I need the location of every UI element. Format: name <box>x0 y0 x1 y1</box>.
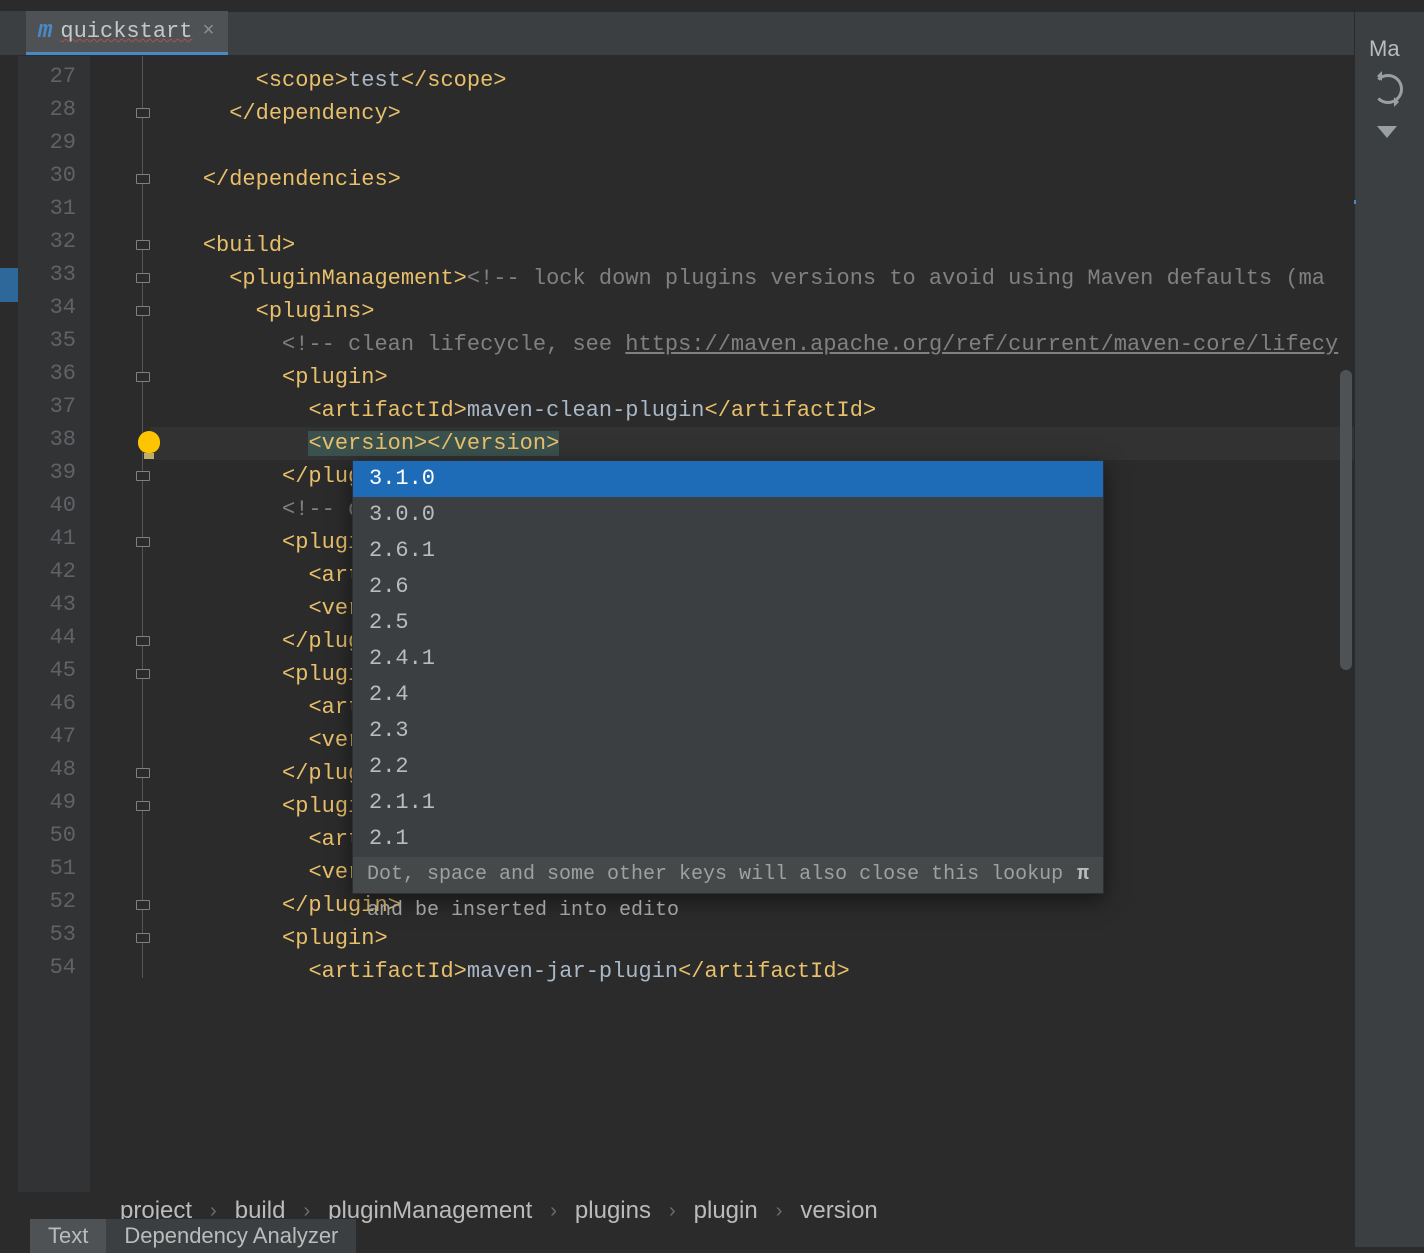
line-number: 30 <box>26 163 76 188</box>
fold-toggle-icon[interactable] <box>136 372 150 382</box>
completion-item[interactable]: 2.1.1 <box>353 785 1103 821</box>
bottom-tab[interactable]: Dependency Analyzer <box>106 1219 356 1253</box>
breadcrumb-separator: › <box>776 1200 783 1223</box>
fold-toggle-icon[interactable] <box>136 306 150 316</box>
intention-bulb-icon[interactable] <box>138 431 160 453</box>
fold-toggle-icon[interactable] <box>136 174 150 184</box>
breadcrumb-separator: › <box>669 1200 676 1223</box>
maven-tool-sidebar[interactable]: Ma <box>1354 12 1424 1247</box>
breadcrumb-item[interactable]: plugins <box>575 1197 651 1225</box>
fold-toggle-icon[interactable] <box>136 108 150 118</box>
popup-hint-text: Dot, space and some other keys will also… <box>367 857 1077 893</box>
line-number: 34 <box>26 295 76 320</box>
line-number: 38 <box>26 427 76 452</box>
code-line[interactable] <box>150 196 1354 229</box>
tab-bar-gutter <box>0 11 26 55</box>
fold-toggle-icon[interactable] <box>136 240 150 250</box>
completion-item[interactable]: 3.1.0 <box>353 461 1103 497</box>
completion-item[interactable]: 2.5 <box>353 605 1103 641</box>
breadcrumb-item[interactable]: pluginManagement <box>328 1197 532 1225</box>
popup-hint: Dot, space and some other keys will also… <box>353 857 1103 893</box>
line-number: 28 <box>26 97 76 122</box>
fold-toggle-icon[interactable] <box>136 471 150 481</box>
line-number: 36 <box>26 361 76 386</box>
line-number: 47 <box>26 724 76 749</box>
fold-toggle-icon[interactable] <box>136 537 150 547</box>
code-line[interactable]: </dependency> <box>150 97 1354 130</box>
completion-item[interactable]: 2.6.1 <box>353 533 1103 569</box>
line-number: 49 <box>26 790 76 815</box>
line-number: 42 <box>26 559 76 584</box>
breadcrumb-item[interactable]: version <box>800 1197 877 1225</box>
completion-item[interactable]: 2.1 <box>353 821 1103 857</box>
line-number: 37 <box>26 394 76 419</box>
code-line[interactable]: <plugin> <box>150 922 1354 955</box>
fold-toggle-icon[interactable] <box>136 900 150 910</box>
line-number: 45 <box>26 658 76 683</box>
code-line[interactable]: <build> <box>150 229 1354 262</box>
line-number: 44 <box>26 625 76 650</box>
file-tab-name: quickstart <box>60 19 192 44</box>
line-number: 33 <box>26 262 76 287</box>
maven-icon: m <box>38 18 52 45</box>
code-line[interactable]: </dependencies> <box>150 163 1354 196</box>
line-number: 52 <box>26 889 76 914</box>
bottom-view-tabs[interactable]: TextDependency Analyzer <box>30 1219 356 1253</box>
code-line[interactable]: <artifactId>maven-clean-plugin</artifact… <box>150 394 1354 427</box>
fold-toggle-icon[interactable] <box>136 801 150 811</box>
left-selection-stripe <box>0 268 18 302</box>
breadcrumb-item[interactable]: plugin <box>694 1197 758 1225</box>
line-number: 51 <box>26 856 76 881</box>
fold-toggle-icon[interactable] <box>136 273 150 283</box>
fold-toggle-icon[interactable] <box>136 669 150 679</box>
line-number: 35 <box>26 328 76 353</box>
code-completion-popup[interactable]: 3.1.03.0.02.6.12.62.52.4.12.42.32.22.1.1… <box>352 460 1104 894</box>
popup-hint-icon: π <box>1077 857 1089 893</box>
code-line[interactable] <box>150 130 1354 163</box>
code-line[interactable]: <pluginManagement><!-- lock down plugins… <box>150 262 1354 295</box>
fold-guide <box>142 56 143 978</box>
sync-icon[interactable] <box>1373 74 1403 104</box>
line-number: 39 <box>26 460 76 485</box>
file-tab-quickstart[interactable]: m quickstart × <box>26 11 228 55</box>
fold-toggle-icon[interactable] <box>136 636 150 646</box>
line-number: 29 <box>26 130 76 155</box>
completion-item[interactable]: 2.4.1 <box>353 641 1103 677</box>
line-number: 27 <box>26 64 76 89</box>
line-number: 48 <box>26 757 76 782</box>
completion-item[interactable]: 3.0.0 <box>353 497 1103 533</box>
line-number: 31 <box>26 196 76 221</box>
close-icon[interactable]: × <box>200 20 216 43</box>
code-line[interactable]: <scope>test</scope> <box>150 64 1354 97</box>
line-number-gutter: 27 28 29 30 31 32 33 34 35 36 37 38 39 40 41 42 43 44 45 46… <box>18 56 90 1192</box>
breadcrumb-separator: › <box>550 1200 557 1223</box>
code-line[interactable]: <artifactId>maven-jar-plugin</artifactId… <box>150 955 1354 988</box>
bottom-tab[interactable]: Text <box>30 1219 106 1253</box>
code-line[interactable]: <plugin> <box>150 361 1354 394</box>
line-number: 32 <box>26 229 76 254</box>
fold-toggle-icon[interactable] <box>136 933 150 943</box>
line-number: 46 <box>26 691 76 716</box>
completion-item[interactable]: 2.4 <box>353 677 1103 713</box>
fold-toggle-icon[interactable] <box>136 768 150 778</box>
code-line[interactable]: <!-- clean lifecycle, see https://maven.… <box>150 328 1354 361</box>
line-number: 41 <box>26 526 76 551</box>
line-number: 53 <box>26 922 76 947</box>
line-number: 54 <box>26 955 76 980</box>
completion-item[interactable]: 2.3 <box>353 713 1103 749</box>
completion-item[interactable]: 2.2 <box>353 749 1103 785</box>
fold-column <box>110 56 150 1192</box>
line-number: 43 <box>26 592 76 617</box>
chevron-down-icon[interactable] <box>1377 126 1397 138</box>
maven-tool-label: Ma <box>1369 36 1400 62</box>
editor-tab-bar: m quickstart × <box>0 12 1424 56</box>
line-number: 40 <box>26 493 76 518</box>
scrollbar-thumb[interactable] <box>1340 370 1352 670</box>
code-line[interactable]: <version></version> <box>150 427 1354 460</box>
completion-item[interactable]: 2.6 <box>353 569 1103 605</box>
code-line[interactable]: <plugins> <box>150 295 1354 328</box>
line-number: 50 <box>26 823 76 848</box>
